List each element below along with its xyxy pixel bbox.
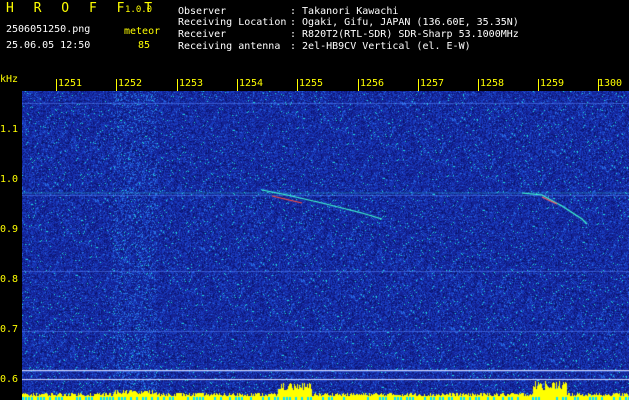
x-tick-mark xyxy=(297,79,298,91)
header-panel: H R O F F T 1.0.0 2506051250.png meteor … xyxy=(0,0,629,75)
x-tick-mark xyxy=(237,79,238,91)
y-tick-label: 0.8 xyxy=(0,274,19,285)
x-tick-label: 1251 xyxy=(58,78,83,89)
y-tick-label: 1.1 xyxy=(0,124,19,135)
filename: 2506051250.png xyxy=(6,24,91,35)
x-tick-label: 1259 xyxy=(540,78,565,89)
x-tick-label: 1252 xyxy=(118,78,143,89)
x-tick-mark xyxy=(358,79,359,91)
field-value-location: : Ogaki, Gifu, JAPAN (136.60E, 35.35N) xyxy=(290,17,519,28)
x-tick-label: 1253 xyxy=(179,78,204,89)
y-tick-label: 0.7 xyxy=(0,324,19,335)
x-tick-label: 1254 xyxy=(239,78,264,89)
field-value-receiver: : R820T2(RTL-SDR) SDR-Sharp 53.1000MHz xyxy=(290,29,519,40)
app-version: 1.0.0 xyxy=(125,5,153,15)
x-tick-label: 1300 xyxy=(598,78,623,89)
x-tick-label: 1256 xyxy=(360,78,385,89)
x-tick-mark xyxy=(116,79,117,91)
timestamp: 25.06.05 12:50 xyxy=(6,40,91,51)
x-tick-label: 1255 xyxy=(299,78,324,89)
field-label-antenna: Receiving antenna xyxy=(178,41,281,52)
spectrogram xyxy=(22,91,629,400)
field-value-antenna: : 2el-HB9CV Vertical (el. E-W) xyxy=(290,41,471,52)
y-tick-label: 0.6 xyxy=(0,374,19,385)
y-tick-label: 0.9 xyxy=(0,224,19,235)
field-label-receiver: Receiver xyxy=(178,29,227,40)
count-value: 85 xyxy=(138,40,151,51)
mode-label: meteor xyxy=(124,26,161,37)
field-label-location: Receiving Location xyxy=(178,17,287,28)
x-tick-mark xyxy=(478,79,479,91)
x-tick-mark xyxy=(538,79,539,91)
x-tick-mark xyxy=(177,79,178,91)
y-tick-label: 1.0 xyxy=(0,174,19,185)
y-unit-label: kHz xyxy=(0,74,19,85)
x-tick-mark xyxy=(56,79,57,91)
x-tick-label: 1258 xyxy=(480,78,505,89)
x-tick-mark xyxy=(418,79,419,91)
x-tick-label: 1257 xyxy=(420,78,445,89)
